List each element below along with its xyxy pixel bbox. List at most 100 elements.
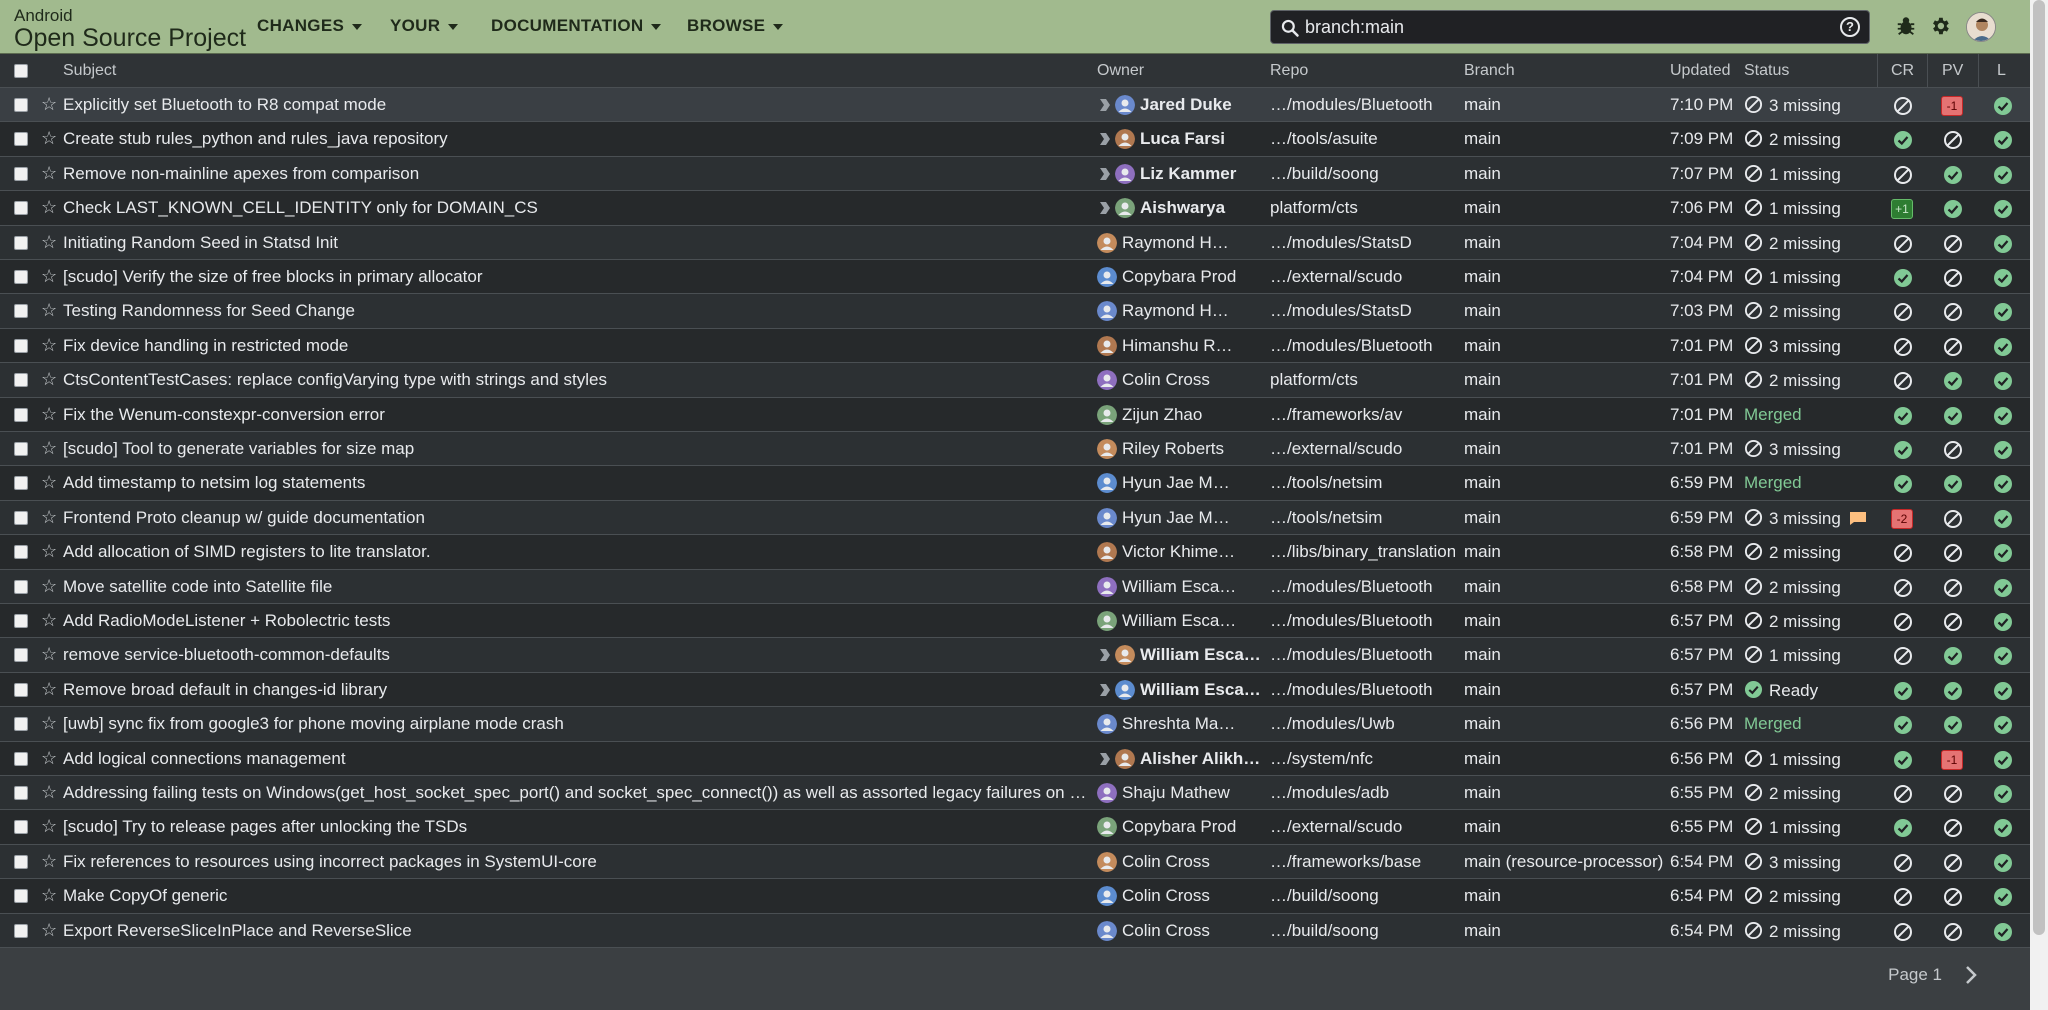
change-repo[interactable]: …/build/soong — [1270, 886, 1455, 906]
star-icon[interactable]: ☆ — [41, 782, 57, 803]
change-owner[interactable]: Colin Cross — [1122, 370, 1237, 390]
change-repo[interactable]: …/modules/Bluetooth — [1270, 611, 1455, 631]
table-row[interactable]: ☆ Move satellite code into Satellite file… — [0, 569, 2030, 604]
row-checkbox[interactable] — [14, 304, 28, 319]
change-branch[interactable]: main (resource-processor) — [1464, 852, 1664, 872]
row-checkbox[interactable] — [14, 854, 28, 869]
change-repo[interactable]: …/libs/binary_translation — [1270, 542, 1455, 562]
table-row[interactable]: ☆ [uwb] sync fix from google3 for phone m… — [0, 707, 2030, 742]
change-branch[interactable]: main — [1464, 680, 1664, 700]
change-subject[interactable]: Fix references to resources using incorr… — [63, 852, 1088, 872]
row-checkbox[interactable] — [14, 510, 28, 525]
row-checkbox[interactable] — [14, 614, 28, 628]
table-row[interactable]: ☆ Add RadioModeListener + Robolectric tes… — [0, 604, 2030, 639]
change-repo[interactable]: …/external/scudo — [1270, 439, 1455, 459]
row-checkbox[interactable] — [14, 923, 28, 938]
scrollbar[interactable] — [2030, 0, 2048, 1010]
change-repo[interactable]: …/build/soong — [1270, 164, 1455, 184]
table-row[interactable]: ☆ Remove broad default in changes-id libr… — [0, 672, 2030, 708]
scrollbar-thumb[interactable] — [2033, 0, 2045, 935]
row-checkbox[interactable] — [14, 270, 28, 284]
change-owner[interactable]: Himanshu Ra… — [1122, 336, 1237, 356]
vote-pv[interactable]: -1 — [1941, 749, 1963, 770]
change-branch[interactable]: main — [1464, 817, 1664, 837]
star-icon[interactable]: ☆ — [41, 335, 57, 356]
attention-icon[interactable] — [1100, 202, 1110, 215]
star-icon[interactable]: ☆ — [41, 885, 57, 906]
star-icon[interactable]: ☆ — [41, 851, 57, 872]
row-checkbox[interactable] — [14, 338, 28, 353]
col-owner[interactable]: Owner — [1097, 62, 1144, 80]
change-owner[interactable]: Luca Farsi — [1140, 129, 1262, 149]
table-row[interactable]: ☆ [scudo] Verify the size of free blocks … — [0, 260, 2030, 295]
change-repo[interactable]: …/modules/Bluetooth — [1270, 95, 1455, 115]
change-owner[interactable]: Colin Cross — [1122, 886, 1237, 906]
change-subject[interactable]: Initiating Random Seed in Statsd Init — [63, 233, 1088, 253]
star-icon[interactable]: ☆ — [41, 541, 57, 562]
vote-pv[interactable]: -1 — [1941, 96, 1963, 116]
star-icon[interactable]: ☆ — [41, 507, 57, 528]
change-repo[interactable]: …/modules/Bluetooth — [1270, 577, 1455, 597]
chevron-right-icon[interactable] — [1962, 964, 1980, 986]
star-icon[interactable]: ☆ — [41, 94, 57, 115]
change-owner[interactable]: Shaju Mathew — [1122, 783, 1237, 803]
change-branch[interactable]: main — [1464, 301, 1664, 321]
star-icon[interactable]: ☆ — [41, 232, 57, 253]
table-row[interactable]: ☆ Make CopyOf generic Colin Cross …/build/s… — [0, 879, 2030, 914]
change-branch[interactable]: main — [1464, 577, 1664, 597]
vote-cr[interactable]: -2 — [1891, 508, 1913, 529]
change-subject[interactable]: Create stub rules_python and rules_java … — [63, 129, 1088, 149]
star-icon[interactable]: ☆ — [41, 920, 57, 941]
attention-icon[interactable] — [1100, 99, 1110, 111]
change-branch[interactable]: main — [1464, 95, 1664, 115]
row-checkbox[interactable] — [14, 132, 28, 147]
change-repo[interactable]: …/external/scudo — [1270, 817, 1455, 837]
star-icon[interactable]: ☆ — [41, 748, 57, 769]
change-repo[interactable]: …/modules/Bluetooth — [1270, 336, 1455, 356]
change-subject[interactable]: [scudo] Verify the size of free blocks i… — [63, 267, 1088, 287]
change-branch[interactable]: main — [1464, 749, 1664, 769]
table-row[interactable]: ☆ [scudo] Tool to generate variables for … — [0, 432, 2030, 467]
change-owner[interactable]: William Escan… — [1122, 611, 1237, 631]
col-subject[interactable]: Subject — [63, 62, 116, 80]
star-icon[interactable]: ☆ — [41, 644, 57, 665]
change-branch[interactable]: main — [1464, 645, 1664, 665]
table-row[interactable]: ☆ remove service-bluetooth-common-default… — [0, 638, 2030, 673]
change-owner[interactable]: Hyun Jae Moon — [1122, 473, 1237, 493]
star-icon[interactable]: ☆ — [41, 438, 57, 459]
table-row[interactable]: ☆ Add allocation of SIMD registers to lit… — [0, 535, 2030, 570]
star-icon[interactable]: ☆ — [41, 713, 57, 734]
change-owner[interactable]: Alisher Alikho… — [1140, 749, 1262, 769]
comment-icon[interactable] — [1850, 511, 1866, 525]
change-repo[interactable]: …/modules/Bluetooth — [1270, 645, 1455, 665]
table-row[interactable]: ☆ Create stub rules_python and rules_java… — [0, 122, 2030, 157]
change-subject[interactable]: Explicitly set Bluetooth to R8 compat mo… — [63, 95, 1088, 115]
gear-icon[interactable] — [1929, 15, 1951, 37]
change-subject[interactable]: Fix the Wenum-constexpr-conversion error — [63, 405, 1088, 425]
change-repo[interactable]: …/system/nfc — [1270, 749, 1455, 769]
change-subject[interactable]: Move satellite code into Satellite file — [63, 577, 1088, 597]
attention-icon[interactable] — [1100, 683, 1110, 696]
change-repo[interactable]: …/external/scudo — [1270, 267, 1455, 287]
star-icon[interactable]: ☆ — [41, 472, 57, 493]
table-row[interactable]: ☆ Addressing failing tests on Windows(get… — [0, 776, 2030, 811]
star-icon[interactable]: ☆ — [41, 163, 57, 184]
change-owner[interactable]: Colin Cross — [1122, 852, 1237, 872]
table-row[interactable]: ☆ Add logical connections management Alish… — [0, 741, 2030, 776]
change-repo[interactable]: …/tools/asuite — [1270, 129, 1455, 149]
col-l[interactable]: L — [1997, 62, 2006, 80]
change-branch[interactable]: main — [1464, 336, 1664, 356]
table-row[interactable]: ☆ Explicitly set Bluetooth to R8 compat m… — [0, 88, 2030, 123]
menu-your[interactable]: YOUR — [390, 16, 459, 36]
star-icon[interactable]: ☆ — [41, 679, 57, 700]
change-subject[interactable]: Addressing failing tests on Windows(get_… — [63, 783, 1088, 803]
table-row[interactable]: ☆ CtsContentTestCases: replace configVary… — [0, 363, 2030, 398]
change-subject[interactable]: Make CopyOf generic — [63, 886, 1088, 906]
change-branch[interactable]: main — [1464, 129, 1664, 149]
change-repo[interactable]: …/modules/StatsD — [1270, 233, 1455, 253]
row-checkbox[interactable] — [14, 98, 28, 112]
change-subject[interactable]: Add RadioModeListener + Robolectric test… — [63, 611, 1088, 631]
change-repo[interactable]: platform/cts — [1270, 198, 1455, 218]
row-checkbox[interactable] — [14, 682, 28, 697]
table-row[interactable]: ☆ Frontend Proto cleanup w/ guide documen… — [0, 500, 2030, 536]
